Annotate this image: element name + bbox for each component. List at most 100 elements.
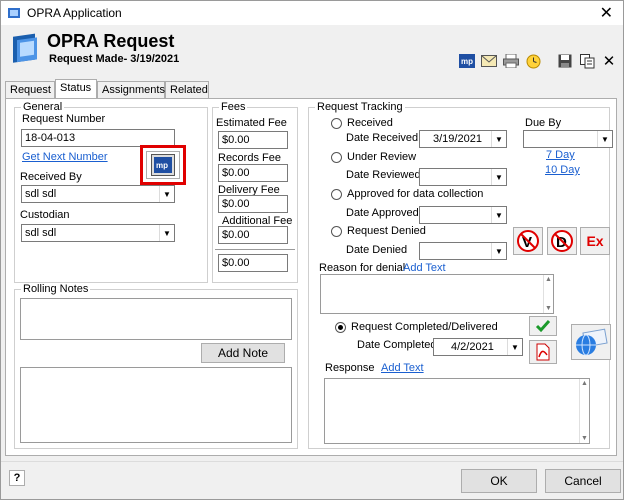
denial-d-button[interactable]: D [547,227,577,255]
denied-v-icon: V [517,230,539,252]
custodian-value: sdl sdl [25,227,57,239]
date-denied-picker[interactable]: ▼ [419,242,507,260]
received-radio[interactable] [331,118,342,129]
due-10-day-link[interactable]: 10 Day [545,164,580,176]
completed-label: Request Completed/Delivered [351,321,498,333]
request-header: OPRA Request Request Made- 3/19/2021 mp … [1,25,623,75]
save-icon[interactable] [557,53,573,69]
date-received-picker[interactable]: 3/19/2021 ▼ [419,130,507,148]
date-received-label: Date Received [346,132,419,144]
mp-icon: mp [151,154,175,176]
help-icon[interactable]: ? [9,470,25,486]
rolling-note-input[interactable] [20,298,292,340]
window-title: OPRA Application [27,6,122,20]
completed-radio[interactable] [335,322,346,333]
estimated-fee-input[interactable]: $0.00 [218,131,288,149]
add-note-button[interactable]: Add Note [201,343,285,363]
date-received-value: 3/19/2021 [433,133,482,145]
received-by-label: Received By [20,171,82,183]
denied-radio[interactable] [331,226,342,237]
approved-label: Approved for data collection [347,188,484,200]
total-fee-input[interactable]: $0.00 [218,254,288,272]
email-icon[interactable] [481,53,497,69]
tab-request[interactable]: Request [5,81,55,99]
tab-related[interactable]: Related [165,81,209,99]
send-email-button[interactable] [571,324,611,360]
reason-scrollbar[interactable]: ▲ ▼ [543,275,553,313]
mp-icon[interactable]: mp [459,53,475,69]
chevron-down-icon: ▼ [491,207,506,223]
reason-for-denial-input[interactable]: ▲ ▼ [320,274,554,314]
additional-fee-input[interactable]: $0.00 [218,226,288,244]
copy-icon[interactable] [579,53,595,69]
records-fee-input[interactable]: $0.00 [218,164,288,182]
close-icon[interactable]: ✕ [601,53,617,70]
page-title: OPRA Request [47,31,175,51]
chevron-down-icon: ▼ [597,131,612,147]
pdf-button[interactable] [529,340,557,364]
under-review-radio[interactable] [331,152,342,163]
rolling-notes-label: Rolling Notes [21,283,91,295]
get-next-number-link[interactable]: Get Next Number [22,151,108,163]
app-icon [8,8,20,18]
rolling-notes-list [20,367,292,443]
received-label: Received [347,117,393,129]
print-icon[interactable] [503,53,519,69]
request-tracking-label: Request Tracking [315,101,405,113]
request-made-date: Request Made- 3/19/2021 [49,53,180,65]
svg-text:mp: mp [156,161,168,170]
request-number-label: Request Number [22,113,106,125]
approved-radio[interactable] [331,189,342,200]
tab-assignments[interactable]: Assignments [97,81,165,99]
cancel-button[interactable]: Cancel [545,469,621,493]
status-panel: General Request Number 18-04-013 Get Nex… [5,98,617,456]
cancel-label: Cancel [564,474,602,488]
estimated-fee-label: Estimated Fee [216,117,287,129]
chevron-down-icon: ▼ [491,131,506,147]
due-7-day-link[interactable]: 7 Day [546,149,575,161]
received-by-select[interactable]: sdl sdl ▼ [21,185,175,203]
custodian-select[interactable]: sdl sdl ▼ [21,224,175,242]
ok-label: OK [490,474,508,488]
denied-label: Request Denied [347,225,426,237]
date-approved-picker[interactable]: ▼ [419,206,507,224]
title-bar: OPRA Application ✕ [1,1,623,25]
window-close-icon[interactable]: ✕ [600,3,613,23]
date-completed-value: 4/2/2021 [451,341,494,353]
chevron-down-icon: ▼ [491,169,506,185]
ex-label: Ex [586,233,604,249]
fees-group: Fees Estimated Fee $0.00 Records Fee $0.… [212,101,298,283]
reason-add-text-link[interactable]: Add Text [403,262,446,274]
date-completed-label: Date Completed [357,339,437,351]
date-completed-picker[interactable]: 4/2/2021 ▼ [433,338,523,356]
due-by-select[interactable]: ▼ [523,130,613,148]
fees-total-divider [215,249,295,250]
custodian-label: Custodian [20,209,70,221]
request-tracking-group: Request Tracking Received Date Received … [308,101,613,449]
reason-for-denial-label: Reason for denial [319,262,406,274]
general-label: General [21,101,65,113]
bottom-bar: ? OK Cancel [1,461,623,499]
clock-icon[interactable] [525,53,541,69]
response-scrollbar[interactable]: ▲ ▼ [579,379,589,443]
opra-window: OPRA Application ✕ OPRA Request Request … [0,0,624,500]
chevron-down-icon: ▼ [491,243,506,259]
response-add-text-link[interactable]: Add Text [381,362,424,374]
due-by-label: Due By [525,117,562,129]
date-reviewed-picker[interactable]: ▼ [419,168,507,186]
general-group: General Request Number 18-04-013 Get Nex… [14,101,208,283]
delivery-fee-input[interactable]: $0.00 [218,195,288,213]
date-denied-label: Date Denied [346,244,408,256]
response-label: Response [325,362,375,374]
checkmark-icon [535,320,551,333]
tab-status[interactable]: Status [55,79,97,99]
denied-d-icon: D [551,230,573,252]
mark-complete-button[interactable] [529,316,557,336]
denial-v-button[interactable]: V [513,227,543,255]
chevron-down-icon: ▼ [159,225,174,241]
response-input[interactable]: ▲ ▼ [324,378,590,444]
ok-button[interactable]: OK [461,469,537,493]
chevron-down-icon: ▼ [507,339,522,355]
denial-ex-button[interactable]: Ex [580,227,610,255]
mp-lookup-button[interactable]: mp [146,151,180,179]
